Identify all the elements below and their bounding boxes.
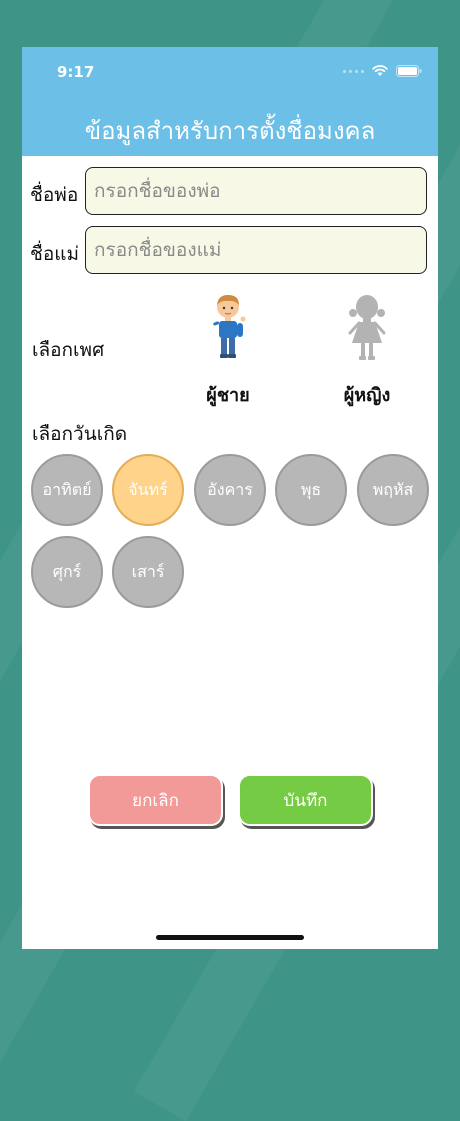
mother-label: ชื่อแม่ <box>30 243 80 265</box>
boy-icon <box>213 295 246 358</box>
page-title: ข้อมูลสำหรับการตั้งชื่อมงคล <box>84 117 376 145</box>
day-button-wednesday[interactable]: พุธ <box>275 454 347 526</box>
gender-option-female[interactable] <box>345 293 389 367</box>
save-button[interactable]: บันทึก <box>238 774 373 826</box>
mother-name-input[interactable] <box>85 226 427 274</box>
signal-icon <box>343 69 364 73</box>
day-button-thursday[interactable]: พฤหัส <box>357 454 429 526</box>
day-button-monday[interactable]: จันทร์ <box>112 454 184 526</box>
status-time: 9:17 <box>57 63 95 81</box>
wifi-icon <box>372 65 388 76</box>
day-button-friday[interactable]: ศุกร์ <box>31 536 103 608</box>
gender-option-male-label: ผู้ชาย <box>206 385 250 406</box>
home-indicator[interactable] <box>156 935 304 940</box>
status-icons <box>343 65 422 77</box>
battery-icon <box>396 65 422 77</box>
gender-option-female-label: ผู้หญิง <box>343 385 391 406</box>
day-button-sunday[interactable]: อาทิตย์ <box>31 454 103 526</box>
cancel-button[interactable]: ยกเลิก <box>88 774 223 826</box>
father-label: ชื่อพ่อ <box>30 184 79 206</box>
birthday-label: เลือกวันเกิด <box>32 423 128 445</box>
gender-label: เลือกเพศ <box>32 339 105 361</box>
day-button-saturday[interactable]: เสาร์ <box>112 536 184 608</box>
header-bar: 9:17 ข้อมูลสำหรับการตั้งชื่อมงคล <box>22 47 438 156</box>
app-screen: 9:17 ข้อมูลสำหรับการตั้งชื่อมงคล ชื่อพ่อ… <box>22 47 438 949</box>
gender-option-male[interactable] <box>208 293 248 367</box>
father-name-input[interactable] <box>85 167 427 215</box>
day-button-tuesday[interactable]: อังคาร <box>194 454 266 526</box>
girl-icon <box>348 295 386 360</box>
